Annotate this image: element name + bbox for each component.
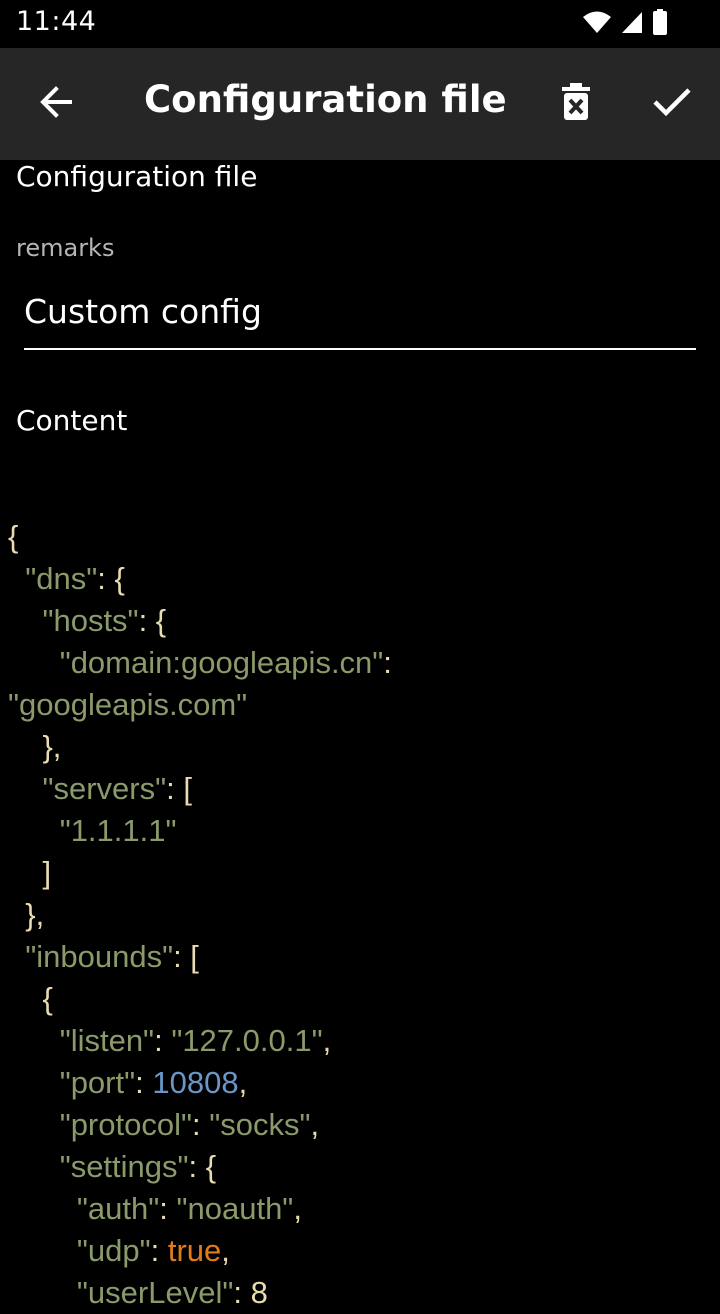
code-line: "domain:googleapis.cn":: [8, 642, 712, 684]
code-token: "auth": [76, 1191, 160, 1226]
code-token: ,: [221, 1233, 230, 1268]
code-token: 10808: [152, 1065, 239, 1100]
code-token: "127.0.0.1": [171, 1023, 323, 1058]
code-token: : {: [97, 561, 125, 596]
code-token: "socks": [209, 1107, 311, 1142]
code-token: "listen": [59, 1023, 155, 1058]
code-line: "servers": [: [8, 768, 712, 810]
code-token: : 8: [233, 1275, 268, 1310]
battery-icon: [652, 9, 668, 39]
code-token: "port": [59, 1065, 136, 1100]
code-token: : {: [138, 603, 167, 638]
section-title: Configuration file: [16, 160, 258, 193]
content-label: Content: [16, 404, 128, 437]
code-line: },: [8, 726, 712, 768]
code-token: "protocol": [59, 1107, 192, 1142]
code-token: :: [154, 1023, 172, 1058]
code-line: },: [8, 894, 712, 936]
remarks-label: remarks: [16, 234, 115, 262]
status-time: 11:44: [16, 6, 97, 37]
code-line: "googleapis.com": [8, 684, 712, 726]
code-line: "udp": true,: [8, 1230, 712, 1272]
config-content-editor[interactable]: { "dns": { "hosts": { "domain:googleapis…: [8, 516, 712, 1314]
code-line: "port": 10808,: [8, 1062, 712, 1104]
remarks-input[interactable]: Custom config: [24, 292, 696, 350]
code-token: {: [8, 981, 53, 1016]
code-line: "settings": {: [8, 1146, 712, 1188]
delete-button[interactable]: [540, 68, 612, 140]
signal-icon: [620, 10, 644, 38]
code-token: "userLevel": [76, 1275, 234, 1310]
app-bar: Configuration file: [0, 48, 720, 160]
code-token: "hosts": [42, 603, 139, 638]
code-token: ,: [322, 1023, 332, 1058]
code-token: :: [383, 645, 392, 680]
code-token: "settings": [59, 1149, 189, 1184]
code-token: "googleapis.com": [8, 687, 248, 722]
code-line: "hosts": {: [8, 600, 712, 642]
code-token: :: [191, 1107, 210, 1142]
status-icons: [582, 9, 668, 39]
code-token: "servers": [42, 771, 167, 806]
code-token: "1.1.1.1": [59, 813, 177, 848]
page-title: Configuration file: [144, 78, 507, 121]
arrow-left-icon: [36, 82, 76, 126]
code-token: "noauth": [176, 1191, 294, 1226]
code-line: ]: [8, 852, 712, 894]
code-line: {: [8, 978, 712, 1020]
code-token: true: [167, 1233, 222, 1268]
code-line: "userLevel": 8: [8, 1272, 712, 1314]
code-token: :: [159, 1191, 177, 1226]
code-line: "inbounds": [: [8, 936, 712, 978]
wifi-icon: [582, 10, 612, 38]
code-token: "udp": [76, 1233, 151, 1268]
code-line: "1.1.1.1": [8, 810, 712, 852]
code-line: {: [8, 516, 712, 558]
code-token: : [: [173, 939, 199, 974]
code-token: "inbounds": [25, 939, 174, 974]
confirm-button[interactable]: [636, 68, 708, 140]
code-token: :: [135, 1065, 153, 1100]
code-token: ,: [293, 1191, 302, 1226]
code-token: },: [8, 897, 45, 932]
code-token: : {: [188, 1149, 217, 1184]
check-icon: [652, 85, 692, 123]
code-line: "protocol": "socks",: [8, 1104, 712, 1146]
code-token: :: [150, 1233, 168, 1268]
code-token: "domain:googleapis.cn": [59, 645, 384, 680]
code-token: : [: [166, 771, 192, 806]
code-token: "dns": [25, 561, 98, 596]
code-token: ,: [310, 1107, 320, 1142]
status-bar: 11:44: [0, 0, 720, 48]
delete-icon: [560, 82, 592, 126]
code-line: "auth": "noauth",: [8, 1188, 712, 1230]
code-line: "listen": "127.0.0.1",: [8, 1020, 712, 1062]
code-token: ,: [238, 1065, 248, 1100]
code-line: "dns": {: [8, 558, 712, 600]
back-button[interactable]: [20, 68, 92, 140]
code-token: ]: [8, 855, 52, 890]
code-token: {: [8, 519, 19, 554]
code-token: },: [8, 729, 62, 764]
